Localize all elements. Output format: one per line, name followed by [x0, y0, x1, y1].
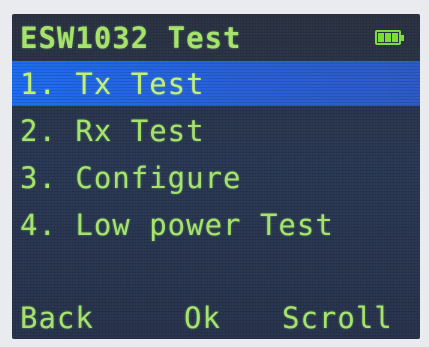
- softkey-back[interactable]: Back: [20, 300, 94, 336]
- battery-cell: [392, 33, 398, 42]
- menu-item-configure[interactable]: 3. Configure: [20, 156, 242, 200]
- menu-item-low-power-test[interactable]: 4. Low power Test: [20, 203, 334, 247]
- device-bezel: ESW1032 Test 1. Tx Test 2. Rx Test 3. Co…: [0, 0, 429, 347]
- menu-item-tx-test[interactable]: 1. Tx Test: [20, 62, 205, 106]
- lcd-screen: ESW1032 Test 1. Tx Test 2. Rx Test 3. Co…: [12, 14, 420, 339]
- menu-item-rx-test[interactable]: 2. Rx Test: [20, 109, 205, 153]
- battery-full-icon: [375, 30, 404, 45]
- softkey-scroll[interactable]: Scroll: [282, 300, 393, 336]
- battery-terminal: [401, 35, 404, 41]
- battery-cell: [378, 33, 384, 42]
- softkey-ok[interactable]: Ok: [184, 300, 221, 336]
- screen-title: ESW1032 Test: [20, 21, 242, 55]
- battery-cell: [385, 33, 391, 42]
